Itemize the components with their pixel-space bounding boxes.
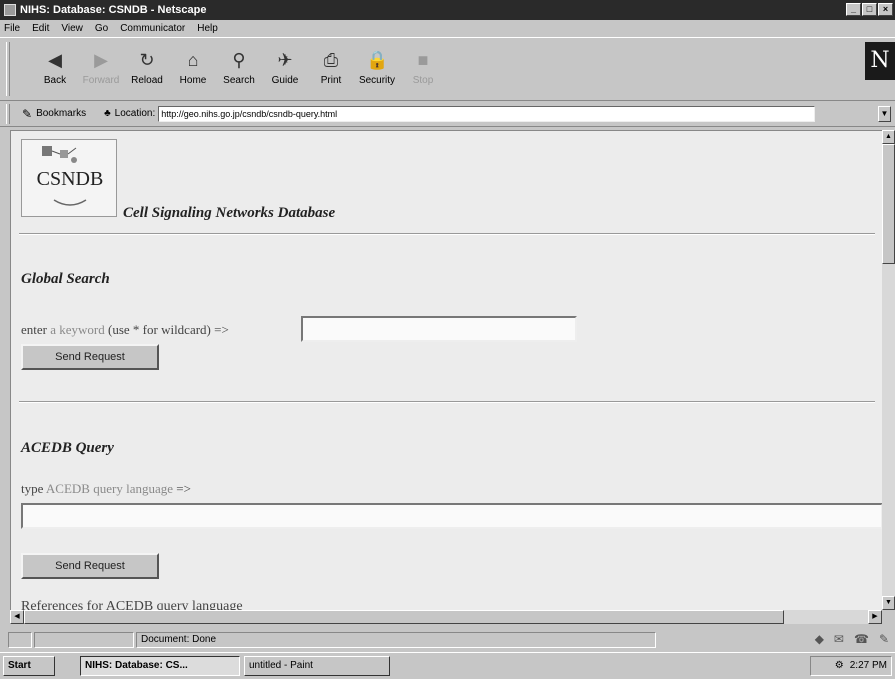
progress-cell [34,632,134,648]
print-button[interactable]: ⎙ Print [310,46,352,92]
location-grip[interactable] [6,104,10,124]
location-label: Location: [114,108,156,119]
guide-button[interactable]: ✈ Guide [264,46,306,92]
maximize-button[interactable]: □ [862,3,877,16]
system-tray: ⚙ 2:27 PM [810,656,892,676]
url-field[interactable]: http://geo.nihs.go.jp/csndb/csndb-query.… [158,105,816,122]
location-bar: ✎ Bookmarks ♣ Location: http://geo.nihs.… [0,101,895,127]
site-title: Cell Signaling Networks Database [123,205,336,221]
status-text: Document: Done [136,632,656,648]
prompt-suffix: (use * for wildcard) => [104,322,229,337]
toolbar-grip[interactable] [6,42,10,96]
vertical-scroll-thumb[interactable] [882,144,895,264]
menu-communicator[interactable]: Communicator [120,23,185,34]
acedb-query-input[interactable] [21,503,882,529]
toolbar-label: Print [320,75,342,86]
guide-icon: ✈ [277,50,293,70]
menu-bar: File Edit View Go Communicator Help [0,20,895,37]
reload-icon: ↻ [139,50,155,70]
scroll-up-arrow-icon[interactable]: ▲ [882,130,895,144]
acedb-language-link[interactable]: ACEDB query language [46,481,173,496]
bookmarks-button[interactable]: ✎ Bookmarks [22,107,86,121]
keyword-search-input[interactable] [301,316,577,342]
prompt-prefix: type [21,481,46,496]
toolbar-label: Stop [412,75,434,86]
acedb-query-heading: ACEDB Query [21,440,114,456]
print-icon: ⎙ [323,50,339,70]
references-heading: References for ACEDB query language [21,599,243,610]
netscape-logo[interactable]: N [865,42,895,80]
network-graphic-icon [42,146,77,163]
toolbar-label: Guide [271,75,299,86]
security-button[interactable]: 🔒 Security [356,46,398,92]
page-proxy-icon[interactable]: ♣ [104,108,111,119]
divider [19,233,875,235]
menu-go[interactable]: Go [95,23,108,34]
tray-icon[interactable]: ⚙ [835,660,844,671]
search-button[interactable]: ⚲ Search [218,46,260,92]
toolbar-label: Reload [131,75,163,86]
close-button[interactable]: × [878,3,893,16]
menu-edit[interactable]: Edit [32,23,49,34]
component-bar-mail-icon[interactable]: ✉ [834,632,844,646]
taskbar-item-paint[interactable]: untitled - Paint [244,656,390,676]
taskbar-item-netscape[interactable]: NIHS: Database: CS... [80,656,240,676]
scroll-left-arrow-icon[interactable]: ◀ [10,610,24,624]
toolbar-label: Security [358,75,396,86]
horizontal-scroll-thumb[interactable] [24,610,784,624]
title-bar: NIHS: Database: CSNDB - Netscape _ □ × [0,0,895,20]
prompt-suffix: => [173,481,191,496]
minimize-button[interactable]: _ [846,3,861,16]
component-bar-discussion-icon[interactable]: ☎ [854,632,869,646]
acedb-send-button[interactable]: Send Request [21,553,159,579]
toolbar-label: Home [179,75,207,86]
global-search-send-button[interactable]: Send Request [21,344,159,370]
bookmarks-icon: ✎ [22,106,33,121]
scroll-right-arrow-icon[interactable]: ▶ [868,610,882,624]
component-bar-composer-icon[interactable]: ✎ [879,632,889,646]
divider [19,401,875,403]
forward-button[interactable]: ▶ Forward [80,46,122,92]
home-icon: ⌂ [187,50,199,70]
stop-icon: ■ [417,50,429,70]
navigation-toolbar: ◀ Back ▶ Forward ↻ Reload ⌂ Home ⚲ Search ✈ Guide ⎙ P… [0,37,895,101]
window-title: NIHS: Database: CSNDB - Netscape [20,4,207,16]
scroll-down-arrow-icon[interactable]: ▼ [882,596,895,610]
security-status-icon[interactable] [8,632,32,648]
global-search-prompt: enter a keyword (use * for wildcard) => [21,322,229,338]
reload-button[interactable]: ↻ Reload [126,46,168,92]
csndb-logo: CSNDB [21,139,117,217]
url-dropdown-button[interactable]: ▼ [878,106,891,122]
stop-button[interactable]: ■ Stop [402,46,444,92]
horizontal-scrollbar[interactable]: ◀ ▶ [10,610,882,624]
logo-text: CSNDB [36,168,104,190]
acedb-query-prompt: type ACEDB query language => [21,481,191,497]
status-bar: Document: Done ◆ ✉ ☎ ✎ [0,630,895,650]
menu-view[interactable]: View [61,23,83,34]
global-search-heading: Global Search [21,271,110,287]
back-arrow-icon: ◀ [48,50,62,70]
location-label-group: ♣ Location: [104,108,155,119]
home-button[interactable]: ⌂ Home [172,46,214,92]
clock[interactable]: 2:27 PM [850,660,887,671]
page-content: CSNDB Cell Signaling Networks Database G… [10,130,882,610]
bookmarks-label: Bookmarks [36,108,87,119]
keyword-help-link[interactable]: a keyword [50,322,105,337]
menu-help[interactable]: Help [197,23,218,34]
component-bar-navigator-icon[interactable]: ◆ [815,632,824,646]
toolbar-label: Back [43,75,67,86]
security-lock-icon: 🔒 [366,50,389,70]
vertical-scrollbar[interactable]: ▲ ▼ [882,130,895,610]
forward-arrow-icon: ▶ [94,50,108,70]
back-button[interactable]: ◀ Back [34,46,76,92]
start-button[interactable]: Start [3,656,55,676]
toolbar-label: Forward [82,75,120,86]
windows-taskbar: Start NIHS: Database: CS... untitled - P… [0,652,895,679]
toolbar-label: Search [223,75,255,86]
prompt-prefix: enter [21,322,51,337]
search-icon: ⚲ [232,50,246,70]
logo-swoosh-icon [53,199,87,206]
menu-file[interactable]: File [4,23,20,34]
netscape-app-icon[interactable] [4,4,16,16]
